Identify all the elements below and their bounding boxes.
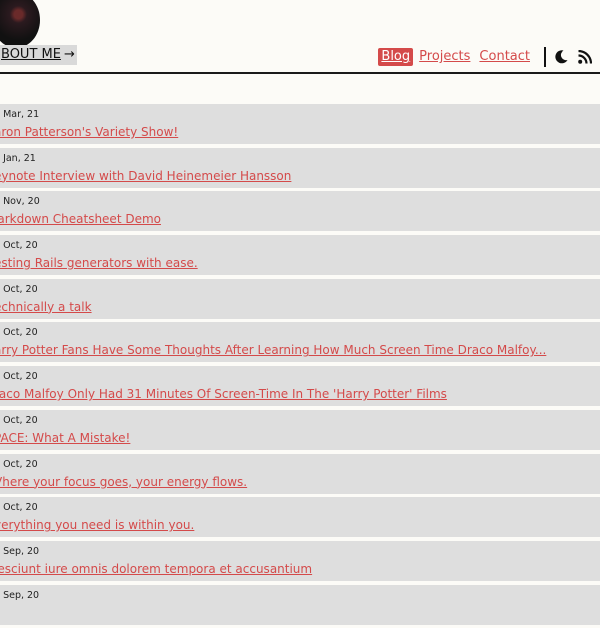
post-date: 1 Nov, 20 bbox=[0, 196, 40, 208]
about-me-label: BOUT ME bbox=[1, 47, 61, 62]
list-item: 0 Oct, 20 echnically a talk bbox=[0, 278, 600, 319]
post-title-link[interactable]: eynote Interview with David Heinemeier H… bbox=[0, 169, 291, 183]
post-title-link[interactable]: verything you need is within you. bbox=[0, 518, 194, 532]
post-title-link[interactable]: raco Malfoy Only Had 31 Minutes Of Scree… bbox=[0, 387, 447, 401]
post-date: 6 Oct, 20 bbox=[0, 502, 38, 514]
nav-contact[interactable]: Contact bbox=[476, 48, 533, 66]
post-date: 0 Oct, 20 bbox=[0, 240, 38, 252]
list-item: 2 Oct, 20 PACE: What A Mistake! bbox=[0, 409, 600, 450]
post-title-link[interactable]: esting Rails generators with ease. bbox=[0, 256, 198, 270]
post-date: 2 Jan, 21 bbox=[0, 152, 36, 164]
about-me-link[interactable]: BOUT ME → bbox=[0, 45, 77, 65]
post-date: 0 Oct, 20 bbox=[0, 283, 38, 295]
site-header: BOUT ME → Blog Projects Contact bbox=[0, 0, 600, 74]
arrow-right-icon: → bbox=[63, 47, 75, 62]
rss-icon[interactable] bbox=[576, 48, 594, 66]
post-date: 0 Sep, 20 bbox=[0, 545, 40, 557]
list-item: 0 Sep, 20 lesciunt iure omnis dolorem te… bbox=[0, 540, 600, 581]
moon-icon[interactable] bbox=[552, 48, 570, 66]
post-title-link[interactable]: Vhere your focus goes, your energy flows… bbox=[0, 475, 247, 489]
list-item: 5 Mar, 21 aron Patterson's Variety Show! bbox=[0, 104, 600, 144]
list-item: 5 Oct, 20 raco Malfoy Only Had 31 Minute… bbox=[0, 366, 600, 407]
avatar[interactable] bbox=[0, 0, 40, 48]
post-date: 5 Sep, 20 bbox=[0, 589, 40, 601]
post-date: 5 Mar, 21 bbox=[0, 109, 40, 120]
list-item: 6 Oct, 20 verything you need is within y… bbox=[0, 497, 600, 538]
list-item: 0 Oct, 20 esting Rails generators with e… bbox=[0, 235, 600, 276]
post-title-link[interactable]: lesciunt iure omnis dolorem tempora et a… bbox=[0, 562, 312, 576]
post-date: 8 Oct, 20 bbox=[0, 327, 38, 339]
post-date: 8 Oct, 20 bbox=[0, 458, 38, 470]
post-title-link[interactable]: echnically a talk bbox=[0, 300, 92, 314]
list-item: 8 Oct, 20 arry Potter Fans Have Some Tho… bbox=[0, 322, 600, 363]
nav-blog[interactable]: Blog bbox=[378, 48, 414, 66]
nav-divider bbox=[544, 47, 546, 67]
list-item: 8 Oct, 20 Vhere your focus goes, your en… bbox=[0, 453, 600, 494]
post-list: 5 Mar, 21 aron Patterson's Variety Show!… bbox=[0, 104, 600, 628]
nav-projects[interactable]: Projects bbox=[416, 48, 473, 66]
main-nav: Blog Projects Contact bbox=[378, 46, 600, 68]
post-title-link[interactable]: arry Potter Fans Have Some Thoughts Afte… bbox=[0, 343, 546, 357]
post-title-link[interactable]: larkdown Cheatsheet Demo bbox=[0, 212, 161, 226]
list-item: 5 Sep, 20 bbox=[0, 584, 600, 625]
list-item: 2 Jan, 21 eynote Interview with David He… bbox=[0, 147, 600, 188]
list-item: 1 Nov, 20 larkdown Cheatsheet Demo bbox=[0, 191, 600, 232]
post-date: 2 Oct, 20 bbox=[0, 414, 38, 426]
post-title-link[interactable]: aron Patterson's Variety Show! bbox=[0, 125, 178, 139]
post-date: 5 Oct, 20 bbox=[0, 371, 38, 383]
post-title-link[interactable]: PACE: What A Mistake! bbox=[0, 431, 130, 445]
